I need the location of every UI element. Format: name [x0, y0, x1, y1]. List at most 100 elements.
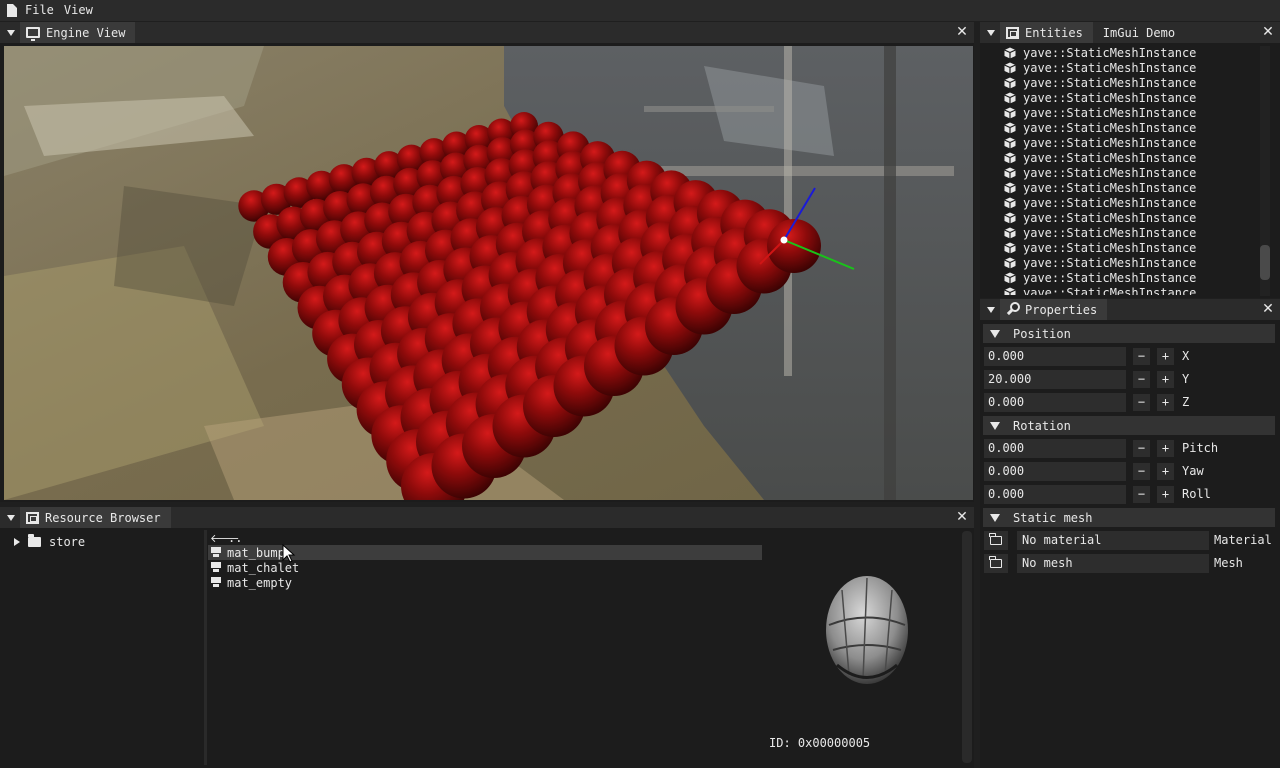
scene-render[interactable] — [4, 46, 973, 500]
section-rotation-label: Rotation — [1013, 418, 1071, 433]
position-z-decrement-button[interactable]: − — [1133, 394, 1150, 411]
mesh-browse-button[interactable] — [984, 554, 1008, 573]
rotation-yaw-input[interactable]: 0.000 — [984, 462, 1126, 481]
cube-icon — [1004, 62, 1016, 74]
cube-icon — [1004, 272, 1016, 284]
position-x-increment-button[interactable]: + — [1157, 348, 1174, 365]
entity-row[interactable]: yave::StaticMeshInstance — [1000, 210, 1240, 225]
rotation-roll-input[interactable]: 0.000 — [984, 485, 1126, 504]
tab-resource-browser[interactable]: Resource Browser — [20, 507, 171, 528]
entity-label: yave::StaticMeshInstance — [1023, 75, 1197, 90]
menu-file[interactable]: File — [21, 0, 58, 21]
entity-row[interactable]: yave::StaticMeshInstance — [1000, 285, 1240, 295]
resource-scrollbar[interactable] — [962, 531, 972, 763]
section-rotation[interactable]: Rotation — [983, 416, 1275, 435]
tab-properties[interactable]: Properties — [1000, 299, 1108, 320]
tab-engine-view[interactable]: Engine View — [20, 22, 136, 43]
material-field[interactable]: No material — [1017, 531, 1209, 550]
rotation-yaw-increment-button[interactable]: + — [1157, 463, 1174, 480]
rotation-yaw-decrement-button[interactable]: − — [1133, 463, 1150, 480]
pane-splitter[interactable] — [204, 530, 207, 765]
parent-dir-row[interactable]: 🡐 .. — [208, 530, 762, 545]
entity-row[interactable]: yave::StaticMeshInstance — [1000, 105, 1240, 120]
tab-engine-view-label: Engine View — [46, 25, 126, 40]
entity-scrollbar-thumb[interactable] — [1260, 245, 1270, 280]
mesh-field[interactable]: No mesh — [1017, 554, 1209, 573]
material-row: No material Material — [984, 531, 1274, 550]
entity-row[interactable]: yave::StaticMeshInstance — [1000, 75, 1240, 90]
entity-row[interactable]: yave::StaticMeshInstance — [1000, 60, 1240, 75]
entity-list: yave::StaticMeshInstance yave::StaticMesh… — [1000, 45, 1240, 295]
tab-imgui-demo[interactable]: ImGui Demo — [1092, 22, 1186, 43]
position-x-label: X — [1182, 349, 1190, 363]
tab-entities-label: Entities — [1025, 25, 1083, 40]
folder-icon — [28, 534, 41, 547]
rotation-pitch-row: 0.000 − + Pitch — [984, 439, 1274, 458]
section-static-mesh-label: Static mesh — [1013, 510, 1093, 525]
rotation-pitch-decrement-button[interactable]: − — [1133, 440, 1150, 457]
position-z-input[interactable]: 0.000 — [984, 393, 1126, 412]
cube-icon — [1004, 242, 1016, 254]
entity-row[interactable]: yave::StaticMeshInstance — [1000, 45, 1240, 60]
close-icon[interactable]: ✕ — [956, 510, 968, 524]
mesh-row: No mesh Mesh — [984, 554, 1274, 573]
engine-viewport[interactable] — [4, 46, 973, 500]
entity-row[interactable]: yave::StaticMeshInstance — [1000, 120, 1240, 135]
parent-dir-label: .. — [228, 530, 243, 545]
entity-label: yave::StaticMeshInstance — [1023, 270, 1197, 285]
file-row-mat-empty[interactable]: mat_empty — [208, 575, 762, 590]
sphere-instance[interactable] — [767, 219, 821, 273]
rotation-roll-decrement-button[interactable]: − — [1133, 486, 1150, 503]
close-icon[interactable]: ✕ — [1262, 302, 1274, 316]
back-arrow-icon: 🡐 — [210, 531, 240, 545]
section-static-mesh[interactable]: Static mesh — [983, 508, 1275, 527]
cube-icon — [1004, 182, 1016, 194]
menu-view[interactable]: View — [60, 0, 97, 21]
tree-item-store[interactable]: store — [4, 534, 85, 550]
expand-arrow-icon[interactable] — [14, 538, 20, 546]
engine-view-tabbar: Engine View ✕ — [0, 22, 974, 43]
tab-properties-label: Properties — [1025, 302, 1098, 317]
position-y-decrement-button[interactable]: − — [1133, 371, 1150, 388]
position-x-input[interactable]: 0.000 — [984, 347, 1126, 366]
menu-bar: File View — [0, 0, 1280, 21]
rotation-roll-increment-button[interactable]: + — [1157, 486, 1174, 503]
position-y-row: 20.000 − + Y — [984, 370, 1274, 389]
position-y-increment-button[interactable]: + — [1157, 371, 1174, 388]
collapse-arrow-icon[interactable] — [987, 29, 995, 36]
entity-row[interactable]: yave::StaticMeshInstance — [1000, 135, 1240, 150]
entity-label: yave::StaticMeshInstance — [1023, 120, 1197, 135]
rotation-roll-label: Roll — [1182, 487, 1211, 501]
entity-row[interactable]: yave::StaticMeshInstance — [1000, 180, 1240, 195]
material-browse-button[interactable] — [984, 531, 1008, 550]
position-y-input[interactable]: 20.000 — [984, 370, 1126, 389]
properties-panel: Properties ✕ Position 0.000 − + X 20.000… — [980, 299, 1280, 768]
entity-row[interactable]: yave::StaticMeshInstance — [1000, 195, 1240, 210]
position-x-decrement-button[interactable]: − — [1133, 348, 1150, 365]
tab-entities[interactable]: Entities — [1000, 22, 1093, 43]
entity-row[interactable]: yave::StaticMeshInstance — [1000, 165, 1240, 180]
entity-row[interactable]: yave::StaticMeshInstance — [1000, 90, 1240, 105]
collapse-arrow-icon[interactable] — [987, 306, 995, 313]
collapse-arrow-icon[interactable] — [7, 29, 15, 36]
document-icon — [7, 4, 17, 17]
entity-row[interactable]: yave::StaticMeshInstance — [1000, 270, 1240, 285]
section-position[interactable]: Position — [983, 324, 1275, 343]
mouse-cursor-icon — [282, 543, 296, 563]
cube-icon — [1004, 122, 1016, 134]
rotation-pitch-increment-button[interactable]: + — [1157, 440, 1174, 457]
file-label: mat_empty — [227, 575, 293, 590]
file-list: 🡐 .. mat_bump mat_chalet mat_empty — [208, 530, 762, 765]
position-z-label: Z — [1182, 395, 1190, 409]
entity-row[interactable]: yave::StaticMeshInstance — [1000, 240, 1240, 255]
entity-row[interactable]: yave::StaticMeshInstance — [1000, 255, 1240, 270]
entity-row[interactable]: yave::StaticMeshInstance — [1000, 225, 1240, 240]
position-z-increment-button[interactable]: + — [1157, 394, 1174, 411]
close-icon[interactable]: ✕ — [1262, 25, 1274, 39]
entity-row[interactable]: yave::StaticMeshInstance — [1000, 150, 1240, 165]
entity-label: yave::StaticMeshInstance — [1023, 210, 1197, 225]
collapse-arrow-icon[interactable] — [7, 514, 15, 521]
rotation-pitch-input[interactable]: 0.000 — [984, 439, 1126, 458]
close-icon[interactable]: ✕ — [956, 25, 968, 39]
monitor-icon — [26, 27, 40, 41]
